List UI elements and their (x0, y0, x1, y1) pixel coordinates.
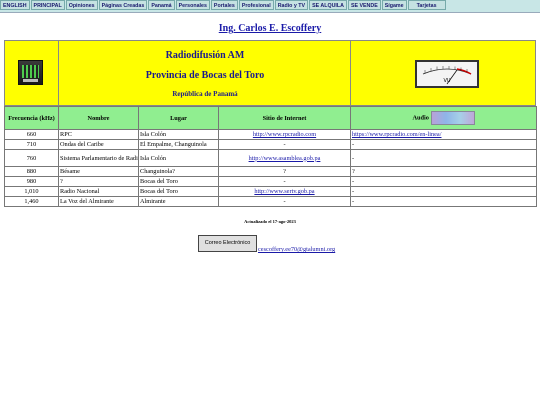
nav-se-vende[interactable]: SE VENDE (347, 0, 381, 10)
table-row: 880 Bésame Changuinola? ? ? (4, 166, 537, 177)
cell-name: Ondas del Caribe (58, 139, 139, 150)
cell-site: - (218, 196, 351, 207)
cell-audio: - (350, 186, 537, 197)
cell-place: Bocas del Toro (138, 186, 219, 197)
cell-site: ? (218, 166, 351, 177)
cell-place: Almirante (138, 196, 219, 207)
table-row: 980 ? Bocas del Toro - - (4, 176, 537, 187)
nav-panama[interactable]: Panamá (148, 0, 175, 10)
nav-opiniones[interactable]: Opiniones (65, 0, 98, 10)
header-country: República de Panamá (172, 90, 238, 98)
cell-freq: 1,460 (4, 196, 59, 207)
cell-place: Isla Colón (138, 149, 219, 167)
header-left-cell (5, 41, 59, 105)
cell-audio: - (350, 139, 537, 150)
site-link[interactable]: http://www.asamblea.gob.pa (249, 155, 321, 162)
cell-freq: 980 (4, 176, 59, 187)
col-sitio: Sitio de Internet (218, 106, 351, 130)
cell-audio: - (350, 196, 537, 207)
cell-audio: https://www.rpcradio.com/en-linea/ (350, 129, 537, 140)
cell-audio: - (350, 176, 537, 187)
cell-site: - (218, 176, 351, 187)
col-nombre: Nombre (58, 106, 139, 130)
cell-place: El Empalme, Changuinola (138, 139, 219, 150)
nav-principal[interactable]: PRINCIPAL (30, 0, 65, 10)
table-header-row: Frecuencia (kHz) Nombre Lugar Sitio de I… (4, 106, 537, 130)
cell-freq: 880 (4, 166, 59, 177)
cell-freq: 710 (4, 139, 59, 150)
cell-freq: 660 (4, 129, 59, 140)
cell-name: Bésame (58, 166, 139, 177)
col-lugar: Lugar (138, 106, 219, 130)
cell-site: http://www.sertv.gob.pa (218, 186, 351, 197)
header-subtitle: Provincia de Bocas del Toro (145, 70, 265, 81)
cell-place: Isla Colón (138, 129, 219, 140)
table-row: 1,010 Radio Nacional Bocas del Toro http… (4, 186, 537, 197)
nav-profesional[interactable]: Profesional (238, 0, 274, 10)
page-header: Radiodifusión AM Provincia de Bocas del … (4, 40, 536, 106)
table-row: 710 Ondas del Caribe El Empalme, Changui… (4, 139, 537, 150)
table-row: 1,460 La Voz del Almirante Almirante - - (4, 196, 537, 207)
nav-english[interactable]: ENGLISH (0, 0, 30, 10)
radio-equalizer-icon (18, 60, 43, 85)
site-title-link[interactable]: Ing. Carlos E. Escoffery (219, 23, 322, 34)
cell-name: Radio Nacional (58, 186, 139, 197)
col-frecuencia: Frecuencia (kHz) (4, 106, 59, 130)
cell-site: - (218, 139, 351, 150)
email-link[interactable]: cescoffery.ee70@gtalumni.org (258, 246, 335, 253)
audio-speaker-icon (430, 111, 475, 125)
cell-freq: 760 (4, 149, 59, 167)
table-row: 760 Sistema Parlamentario de Radio y Tel… (4, 149, 537, 167)
cell-freq: 1,010 (4, 186, 59, 197)
cell-name: RPC (58, 129, 139, 140)
vu-meter-icon: VU (415, 60, 479, 88)
cell-audio: - (350, 149, 537, 167)
col-audio: Audio (350, 106, 537, 130)
last-updated: Actualizado el 17-ago-2023 (244, 219, 296, 224)
nav-portales[interactable]: Portales (210, 0, 238, 10)
site-link[interactable]: http://www.rpcradio.com (253, 131, 316, 138)
col-audio-label: Audio (412, 114, 429, 122)
header-right-cell: VU (351, 41, 535, 105)
site-link[interactable]: http://www.sertv.gob.pa (254, 188, 314, 195)
cell-name: Sistema Parlamentario de Radio y Televis… (58, 149, 139, 167)
cell-place: Changuinola? (138, 166, 219, 177)
header-title: Radiodifusión AM (165, 50, 245, 61)
cell-name: La Voz del Almirante (58, 196, 139, 207)
nav-radio-tv[interactable]: Radio y TV (274, 0, 309, 10)
nav-tarjetas[interactable]: Tarjetas (407, 0, 446, 10)
cell-place: Bocas del Toro (138, 176, 219, 187)
nav-se-alquila[interactable]: SE ALQUILA (309, 0, 347, 10)
nav-sigame[interactable]: Sígame (381, 0, 407, 10)
header-center-cell: Radiodifusión AM Provincia de Bocas del … (59, 41, 351, 105)
svg-text:VU: VU (443, 78, 450, 84)
nav-paginas-creadas[interactable]: Páginas Creadas (98, 0, 148, 10)
cell-site: http://www.rpcradio.com (218, 129, 351, 140)
nav-personales[interactable]: Personales (175, 0, 210, 10)
email-button[interactable]: Correo Electrónico (198, 235, 257, 252)
top-nav: ENGLISH PRINCIPAL Opiniones Páginas Crea… (0, 0, 540, 13)
cell-audio: ? (350, 166, 537, 177)
audio-link[interactable]: https://www.rpcradio.com/en-linea/ (352, 131, 441, 138)
stations-table: Frecuencia (kHz) Nombre Lugar Sitio de I… (4, 106, 537, 207)
site-title-wrap: Ing. Carlos E. Escoffery (0, 18, 540, 36)
cell-name: ? (58, 176, 139, 187)
table-row: 660 RPC Isla Colón http://www.rpcradio.c… (4, 129, 537, 140)
cell-site: http://www.asamblea.gob.pa (218, 149, 351, 167)
